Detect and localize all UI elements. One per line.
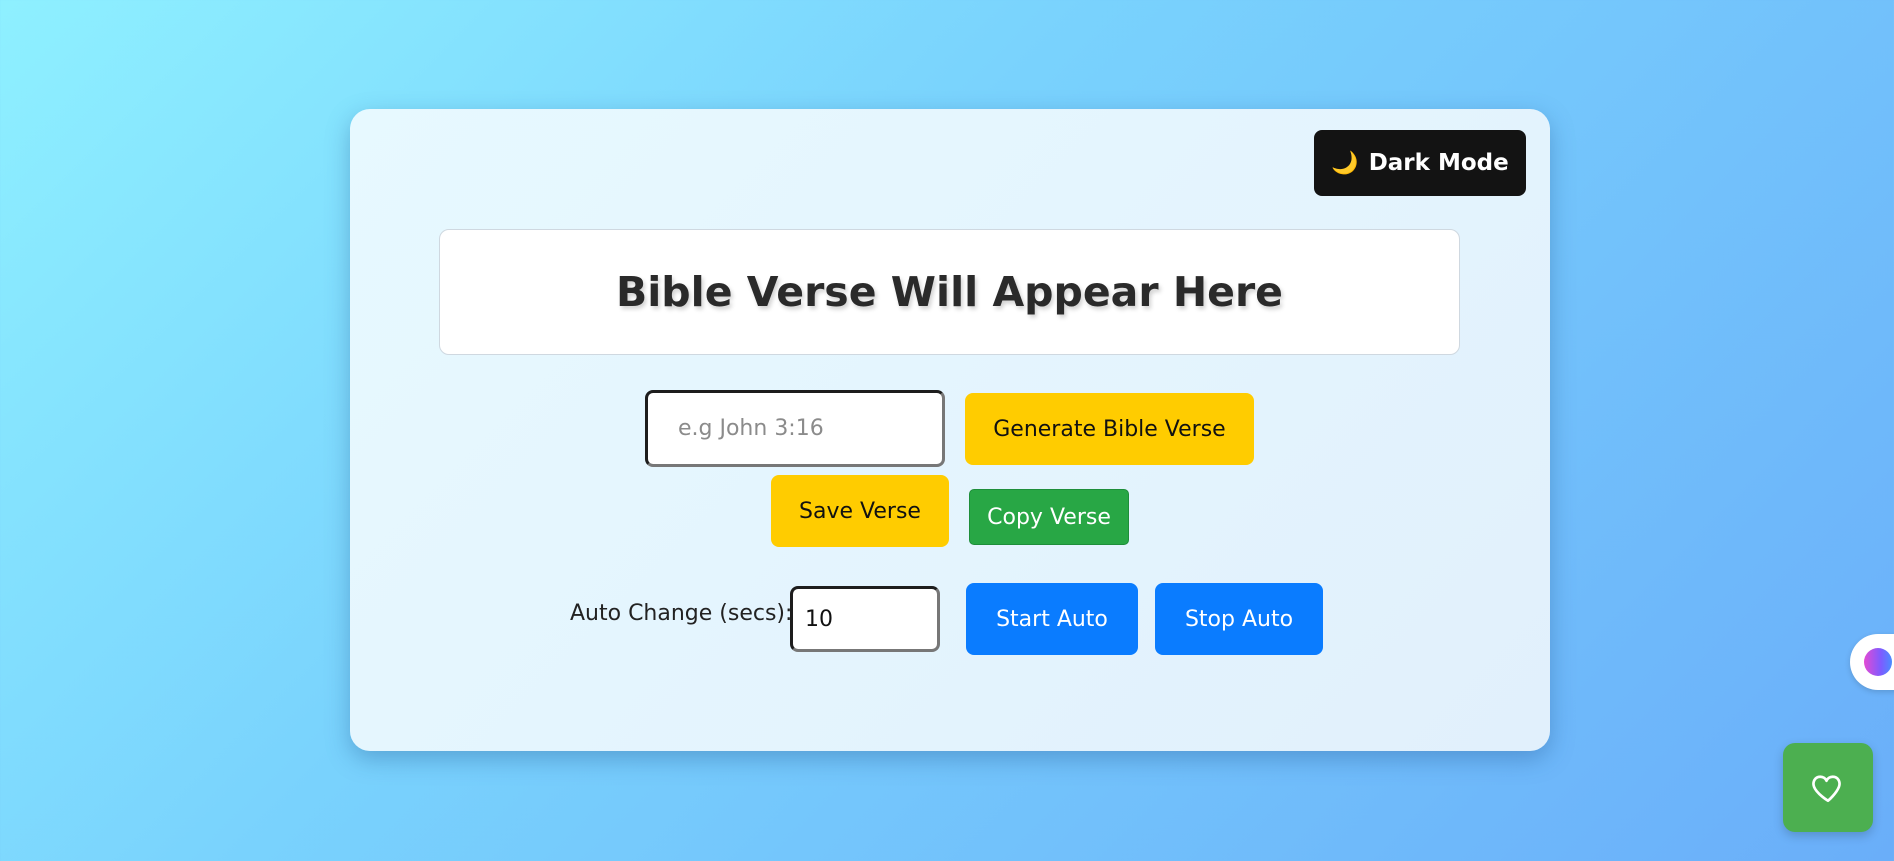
save-verse-button[interactable]: Save Verse xyxy=(771,475,949,547)
auto-change-seconds-input[interactable] xyxy=(790,586,940,652)
verse-reference-input[interactable] xyxy=(645,390,945,467)
stop-auto-button[interactable]: Stop Auto xyxy=(1155,583,1323,655)
dark-mode-button[interactable]: 🌙 Dark Mode xyxy=(1314,130,1526,196)
favorite-button[interactable] xyxy=(1783,743,1873,832)
brain-icon xyxy=(1864,648,1892,676)
start-auto-button[interactable]: Start Auto xyxy=(966,583,1138,655)
auto-change-label: Auto Change (secs): xyxy=(570,601,793,626)
copy-verse-button[interactable]: Copy Verse xyxy=(969,489,1129,545)
verse-text: Bible Verse Will Appear Here xyxy=(616,268,1283,316)
generate-verse-button[interactable]: Generate Bible Verse xyxy=(965,393,1254,465)
verse-display: Bible Verse Will Appear Here xyxy=(439,229,1460,355)
dark-mode-label: Dark Mode xyxy=(1368,150,1509,176)
moon-icon: 🌙 xyxy=(1331,150,1359,176)
verse-card: 🌙 Dark Mode Bible Verse Will Appear Here… xyxy=(350,109,1550,751)
heart-icon xyxy=(1812,774,1841,802)
extension-tab[interactable] xyxy=(1850,634,1894,690)
